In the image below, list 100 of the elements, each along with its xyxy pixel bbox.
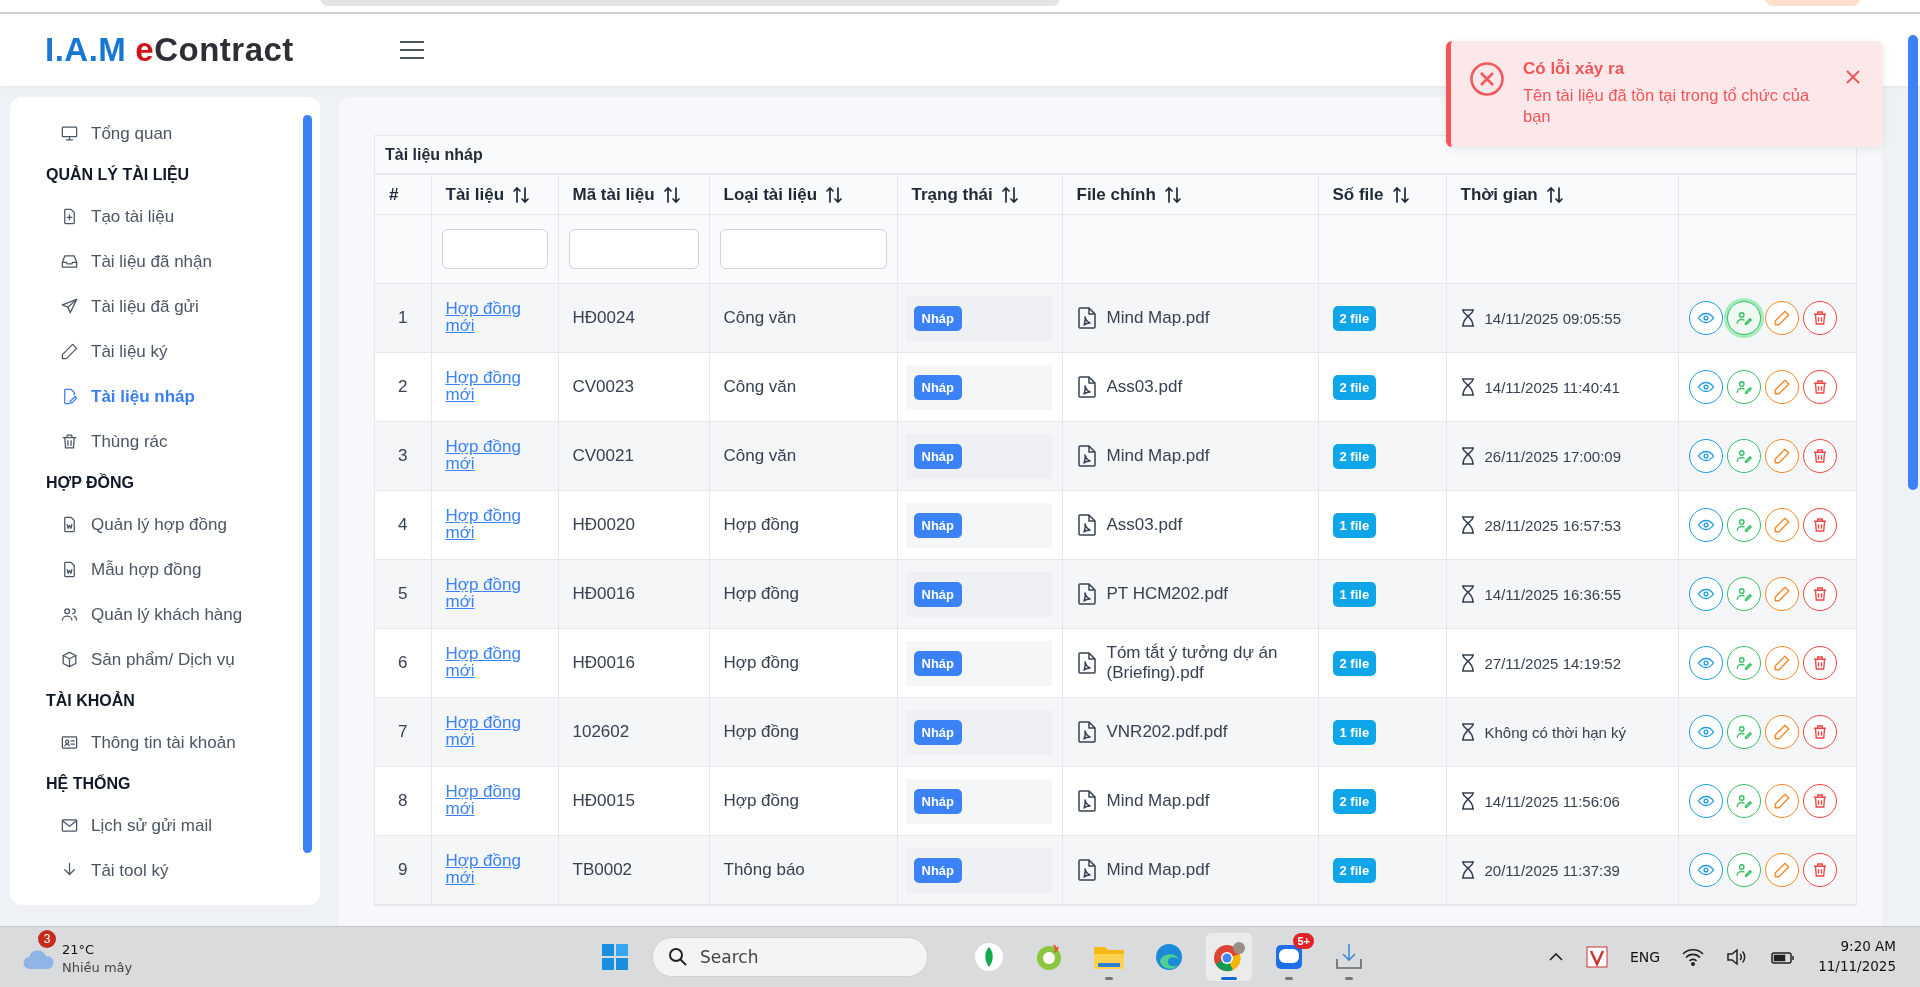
view-button[interactable] xyxy=(1688,301,1723,335)
edit-button[interactable] xyxy=(1764,646,1799,680)
box-icon xyxy=(60,650,79,669)
sidebar-item[interactable]: Lịch sử gửi mail xyxy=(10,803,213,848)
sidebar-item[interactable]: Quản lý khách hàng xyxy=(10,592,243,637)
delete-button[interactable] xyxy=(1802,508,1837,542)
delete-button[interactable] xyxy=(1802,577,1837,611)
sidebar-item[interactable]: Tài liệu đã gửi xyxy=(10,284,199,329)
leaf-icon xyxy=(974,942,1004,972)
wifi-icon[interactable] xyxy=(1682,948,1705,966)
delete-button[interactable] xyxy=(1802,853,1837,887)
taskbar-app-button[interactable]: 5+ xyxy=(1266,933,1312,981)
column-header[interactable]: Số file xyxy=(1318,174,1446,215)
view-button[interactable] xyxy=(1688,715,1723,749)
sign-button[interactable] xyxy=(1726,577,1761,611)
sidebar-item[interactable]: Tổng quan xyxy=(10,111,173,156)
sign-button[interactable] xyxy=(1726,715,1761,749)
edit-button[interactable] xyxy=(1764,784,1799,818)
edit-button[interactable] xyxy=(1764,301,1799,335)
cloud-icon xyxy=(22,947,56,971)
sidebar-item[interactable]: Quản lý hợp đồng xyxy=(10,502,227,547)
hourglass-icon xyxy=(1460,516,1475,534)
edit-button[interactable] xyxy=(1764,715,1799,749)
column-header[interactable]: Mã tài liệu xyxy=(558,174,709,215)
sort-icon xyxy=(1000,185,1019,204)
delete-button[interactable] xyxy=(1802,784,1837,818)
table-cell: Công văn xyxy=(709,283,897,353)
scroll-bar[interactable] xyxy=(303,115,312,853)
filter-field[interactable] xyxy=(568,229,699,269)
status-badge: Nháp xyxy=(913,443,962,469)
table-cell: CV0021 xyxy=(558,421,709,491)
column-header[interactable]: Trạng thái xyxy=(897,174,1062,215)
sort-icon xyxy=(1391,185,1410,204)
view-button[interactable] xyxy=(1688,853,1723,887)
delete-button[interactable] xyxy=(1802,439,1837,473)
close-icon xyxy=(1845,69,1861,85)
mail-icon xyxy=(60,816,79,835)
sidebar-item[interactable]: Tạo tài liệu xyxy=(10,194,175,239)
delete-button[interactable] xyxy=(1802,715,1837,749)
table-cell: HĐ0015 xyxy=(558,766,709,836)
edit-button[interactable] xyxy=(1764,439,1799,473)
sidebar-item[interactable]: Tài liệu ký xyxy=(10,329,168,374)
table-cell: TB0002 xyxy=(558,835,709,905)
sign-button[interactable] xyxy=(1726,784,1761,818)
user-pen-icon xyxy=(1734,309,1753,327)
file-count-badge: 1 file xyxy=(1332,719,1377,745)
sign-button[interactable] xyxy=(1726,439,1761,473)
filter-field[interactable] xyxy=(719,229,887,269)
column-header[interactable]: Loại tài liệu xyxy=(709,174,897,215)
sign-button[interactable] xyxy=(1726,370,1761,404)
sidebar-item[interactable]: Tài liệu nháp xyxy=(10,374,195,419)
column-header[interactable]: File chính xyxy=(1062,174,1318,215)
taskbar-app-button[interactable] xyxy=(1206,933,1252,981)
hourglass-icon xyxy=(1460,654,1475,672)
table-cell: 3 xyxy=(375,421,431,491)
sidebar-item[interactable]: Thùng rác xyxy=(10,419,168,464)
file-name: Ass03.pdf xyxy=(1106,377,1183,397)
pencil-icon xyxy=(1772,447,1791,465)
antivirus-icon[interactable] xyxy=(1586,946,1608,968)
filter-field[interactable] xyxy=(441,229,548,269)
view-button[interactable] xyxy=(1688,370,1723,404)
status-badge: Nháp xyxy=(913,719,962,745)
view-button[interactable] xyxy=(1688,646,1723,680)
view-button[interactable] xyxy=(1688,784,1723,818)
view-button[interactable] xyxy=(1688,439,1723,473)
sign-button[interactable] xyxy=(1726,301,1761,335)
sign-button[interactable] xyxy=(1726,508,1761,542)
status-badge: Nháp xyxy=(913,581,962,607)
delete-button[interactable] xyxy=(1802,301,1837,335)
sidebar-item[interactable]: Tải tool ký xyxy=(10,848,169,893)
delete-button[interactable] xyxy=(1802,370,1837,404)
sidebar-item[interactable]: Mẫu hợp đồng xyxy=(10,547,202,592)
sidebar-item[interactable]: Tài liệu đã nhận xyxy=(10,239,212,284)
view-button[interactable] xyxy=(1688,577,1723,611)
view-button[interactable] xyxy=(1688,508,1723,542)
caret-up-icon[interactable] xyxy=(1548,952,1564,962)
status-badge: Nháp xyxy=(913,305,962,331)
edit-button[interactable] xyxy=(1764,853,1799,887)
search-button[interactable]: Search xyxy=(652,937,928,977)
clock[interactable]: 9:20 AM 11/11/2025 xyxy=(1818,937,1896,977)
pencil-icon xyxy=(1772,309,1791,327)
edit-button[interactable] xyxy=(1764,577,1799,611)
column-header[interactable]: Thời gian xyxy=(1446,174,1678,215)
weather-condition: Nhiều mây xyxy=(62,959,133,977)
sidebar-item[interactable]: Sản phẩm/ Dịch vụ xyxy=(10,637,235,682)
section-heading: TÀI KHOẢN xyxy=(45,690,136,711)
sign-button[interactable] xyxy=(1726,646,1761,680)
status-badge: Nháp xyxy=(913,650,962,676)
language-indicator[interactable]: ENG xyxy=(1630,949,1661,965)
table-cell: Hợp đồng xyxy=(709,490,897,560)
sign-button[interactable] xyxy=(1726,853,1761,887)
column-header[interactable]: Tài liệu xyxy=(431,174,558,215)
table-cell: 6 xyxy=(375,628,431,698)
delete-button[interactable] xyxy=(1802,646,1837,680)
weather-widget[interactable]: 3 21°C Nhiều mây xyxy=(22,930,202,984)
edit-button[interactable] xyxy=(1764,370,1799,404)
scroll-bar[interactable] xyxy=(1908,35,1918,490)
section-heading: HỆ THỐNG xyxy=(45,773,132,794)
edit-button[interactable] xyxy=(1764,508,1799,542)
sidebar-item[interactable]: Thông tin tài khoản xyxy=(10,720,236,765)
